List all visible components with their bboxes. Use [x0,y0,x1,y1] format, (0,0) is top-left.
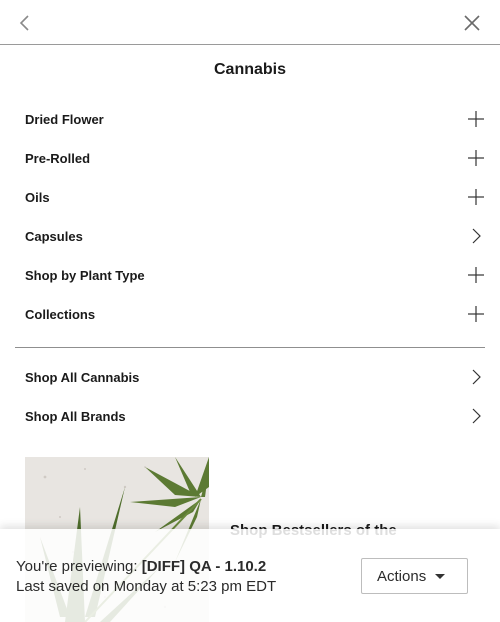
menu-item-label: Collections [25,307,96,322]
category-menu: Dried Flower Pre-Rolled Oils Capsules Sh… [0,100,500,334]
menu-item-label: Capsules [25,229,83,244]
caret-down-icon [435,573,446,579]
shop-all-links: Shop All Cannabis Shop All Brands [0,358,500,436]
menu-item-oils[interactable]: Oils [0,178,500,217]
menu-item-shop-by-plant-type[interactable]: Shop by Plant Type [0,256,500,295]
menu-item-pre-rolled[interactable]: Pre-Rolled [0,139,500,178]
close-icon [464,15,480,31]
actions-label: Actions [377,567,427,585]
menu-item-dried-flower[interactable]: Dried Flower [0,100,500,139]
last-saved-text: Last saved on Monday at 5:23 pm EDT [16,578,277,595]
menu-item-label: Shop All Cannabis [25,370,140,385]
menu-item-label: Dried Flower [25,112,104,127]
shop-all-cannabis-link[interactable]: Shop All Cannabis [0,358,500,397]
chevron-right-icon[interactable] [466,226,486,246]
theme-name: [DIFF] QA - 1.10.2 [141,558,267,575]
plus-icon[interactable] [466,187,486,207]
preview-prefix: You're previewing: [16,558,142,575]
chevron-right-icon [466,367,486,387]
top-bar [0,0,500,45]
menu-item-label: Oils [25,190,50,205]
menu-item-collections[interactable]: Collections [0,295,500,334]
shop-all-brands-link[interactable]: Shop All Brands [0,397,500,436]
plus-icon[interactable] [466,304,486,324]
menu-item-label: Shop by Plant Type [25,268,145,283]
actions-dropdown-button[interactable]: Actions [361,558,468,594]
plus-icon[interactable] [466,148,486,168]
back-button[interactable] [10,8,40,38]
chevron-left-icon [19,15,29,31]
menu-item-capsules[interactable]: Capsules [0,217,500,256]
menu-item-label: Shop All Brands [25,409,126,424]
menu-item-label: Pre-Rolled [25,151,91,166]
preview-status: You're previewing: [DIFF] QA - 1.10.2 [16,558,266,575]
preview-bar: You're previewing: [DIFF] QA - 1.10.2 La… [0,529,500,622]
menu-title: Cannabis [213,61,286,78]
chevron-right-icon [466,406,486,426]
plus-icon[interactable] [466,265,486,285]
close-button[interactable] [457,8,487,38]
menu-divider [15,347,485,348]
plus-icon[interactable] [466,109,486,129]
